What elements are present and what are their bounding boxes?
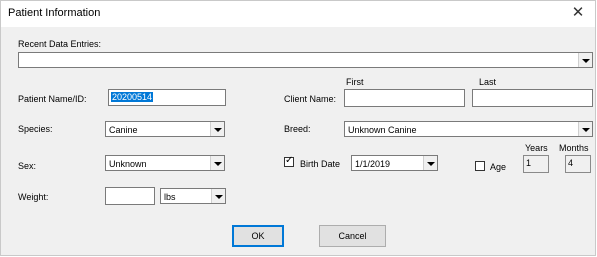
title-bar: Patient Information ✕ [1,1,595,27]
client-name-label: Client Name: [284,94,337,104]
species-dropdown[interactable]: Canine [105,121,225,137]
close-icon[interactable]: ✕ [571,5,585,21]
recent-entries-label: Recent Data Entries: [18,39,102,49]
species-label: Species: [18,124,53,134]
client-first-name-input[interactable] [344,89,465,107]
birth-date-checkbox[interactable]: ✓ [284,155,294,167]
first-name-header: First [346,77,364,87]
weight-unit-dropdown[interactable]: lbs [160,188,226,204]
age-months-field: 4 [565,155,591,173]
patient-id-label: Patient Name/ID: [18,94,87,104]
cancel-button[interactable]: Cancel [319,225,386,247]
chevron-down-icon[interactable] [210,156,224,170]
last-name-header: Last [479,77,497,87]
recent-entries-dropdown[interactable] [18,52,593,68]
age-years-field: 1 [523,155,549,173]
patient-information-dialog: Patient Information ✕ Recent Data Entrie… [0,0,596,256]
patient-id-value: 20200514 [111,92,154,102]
chevron-down-icon[interactable] [423,156,437,170]
checkmark-icon: ✓ [285,155,294,166]
sex-dropdown[interactable]: Unknown [105,155,225,171]
chevron-down-icon[interactable] [211,189,225,203]
ok-button[interactable]: OK [232,225,284,247]
birth-date-label: Birth Date [300,159,341,169]
weight-label: Weight: [18,192,49,202]
chevron-down-icon[interactable] [578,53,592,67]
dialog-title: Patient Information [8,7,101,19]
months-header: Months [559,143,589,153]
birth-date-picker[interactable]: 1/1/2019 [351,155,438,171]
age-checkbox[interactable] [475,161,485,171]
chevron-down-icon[interactable] [578,122,592,136]
chevron-down-icon[interactable] [210,122,224,136]
sex-label: Sex: [18,161,37,171]
weight-input[interactable] [105,187,155,205]
years-header: Years [525,143,548,153]
patient-id-input[interactable]: 20200514 [108,89,226,106]
breed-label: Breed: [284,124,311,134]
breed-dropdown[interactable]: Unknown Canine [344,121,593,137]
age-label: Age [490,162,507,172]
client-last-name-input[interactable] [472,89,593,107]
